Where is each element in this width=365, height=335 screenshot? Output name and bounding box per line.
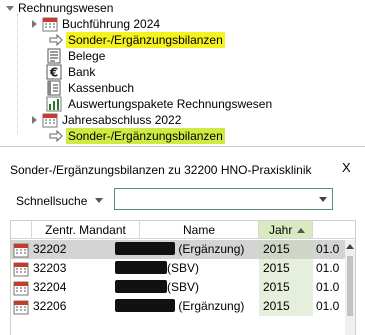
tree-item-rechnungswesen[interactable]: Rechnungswesen <box>6 0 115 16</box>
scroll-up-icon[interactable] <box>346 244 354 249</box>
redacted-name <box>115 261 167 274</box>
cell-jahr: 2015 <box>259 297 313 316</box>
tree-item-bank[interactable]: € Bank <box>46 64 97 80</box>
cell-name: (SBV) <box>115 278 199 297</box>
calendar-book-icon <box>42 17 58 32</box>
expand-icon[interactable] <box>32 20 37 28</box>
euro-icon: € <box>46 64 62 80</box>
tree-item-sonder-ergaenzungsbilanzen-2022[interactable]: Sonder-/Ergänzungsbilanzen <box>48 128 225 144</box>
cell-datum: 01.0 <box>316 261 340 275</box>
calendar-book-icon <box>42 113 58 128</box>
collapse-icon[interactable] <box>6 6 14 11</box>
search-options-chevron-icon[interactable] <box>95 198 103 203</box>
grid-header: Zentr. Mandant Name Jahr <box>11 221 355 240</box>
calendar-book-icon <box>13 243 29 258</box>
quick-search-combobox[interactable] <box>114 188 333 210</box>
arrow-right-icon <box>49 33 63 47</box>
column-header-name[interactable]: Name <box>140 221 259 239</box>
column-header-mandant[interactable]: Zentr. Mandant <box>32 221 140 239</box>
cell-mandant: 32203 <box>33 261 67 275</box>
cell-mandant: 32206 <box>33 299 67 313</box>
tree-item-jahresabschluss-2022[interactable]: Jahresabschluss 2022 <box>32 112 183 128</box>
chevron-down-icon[interactable] <box>319 197 327 202</box>
table-row[interactable]: 32206 (Ergänzung) 2015 01.0 <box>11 297 349 316</box>
redacted-name <box>115 299 175 312</box>
cell-jahr: 2015 <box>259 240 313 259</box>
table-row[interactable]: 32204 (SBV) 2015 01.0 <box>11 278 349 297</box>
quick-search-input[interactable] <box>117 191 317 207</box>
cell-datum: 01.0 <box>316 299 340 313</box>
tree-item-sonder-ergaenzungsbilanzen-2024[interactable]: Sonder-/Ergänzungsbilanzen <box>48 32 225 48</box>
cell-datum: 01.0 <box>316 242 340 256</box>
sort-ascending-icon <box>297 228 305 233</box>
tree-item-kassenbuch[interactable]: Kassenbuch <box>46 80 136 96</box>
search-label: Schnellsuche <box>16 194 88 208</box>
column-header-icon <box>11 221 32 239</box>
vertical-scrollbar[interactable] <box>345 240 355 335</box>
dialog-title: Sonder-/Ergänzungsbilanzen zu 32200 HNO-… <box>10 163 312 177</box>
column-header-datum[interactable] <box>313 221 355 239</box>
scrollbar-thumb[interactable] <box>347 256 353 316</box>
navigation-tree: Rechnungswesen Buchführung 2024 Sonder-/… <box>0 0 365 146</box>
svg-text:€: € <box>49 66 58 80</box>
column-header-jahr[interactable]: Jahr <box>259 221 313 239</box>
calendar-book-icon <box>13 281 29 296</box>
tree-item-auswertungspakete[interactable]: Auswertungspakete Rechnungswesen <box>46 96 274 112</box>
cashbook-icon <box>47 80 61 96</box>
ergaenzungsbilanzen-dialog: Sonder-/Ergänzungsbilanzen zu 32200 HNO-… <box>0 146 365 335</box>
close-button[interactable]: X <box>342 160 351 175</box>
calendar-book-icon <box>13 262 29 277</box>
tree-item-buchfuehrung-2024[interactable]: Buchführung 2024 <box>32 16 162 32</box>
expand-icon[interactable] <box>32 116 37 124</box>
mandant-grid: Zentr. Mandant Name Jahr 32202 (Ergänzun… <box>10 220 356 335</box>
table-row[interactable]: 32202 (Ergänzung) 2015 01.0 <box>11 240 349 259</box>
cell-name: (SBV) <box>115 259 199 278</box>
cell-name: (Ergänzung) <box>115 297 244 316</box>
redacted-name <box>115 242 175 255</box>
report-chart-icon <box>46 96 62 112</box>
table-row[interactable]: 32203 (SBV) 2015 01.0 <box>11 259 349 278</box>
cell-mandant: 32202 <box>33 242 67 256</box>
cell-mandant: 32204 <box>33 280 67 294</box>
tree-item-belege[interactable]: Belege <box>46 48 107 64</box>
cell-datum: 01.0 <box>316 280 340 294</box>
cell-jahr: 2015 <box>259 259 313 278</box>
cell-name: (Ergänzung) <box>115 240 244 259</box>
arrow-right-icon <box>49 129 63 143</box>
calendar-book-icon <box>13 300 29 315</box>
redacted-name <box>115 280 167 293</box>
cell-jahr: 2015 <box>259 278 313 297</box>
receipts-icon <box>47 48 61 64</box>
